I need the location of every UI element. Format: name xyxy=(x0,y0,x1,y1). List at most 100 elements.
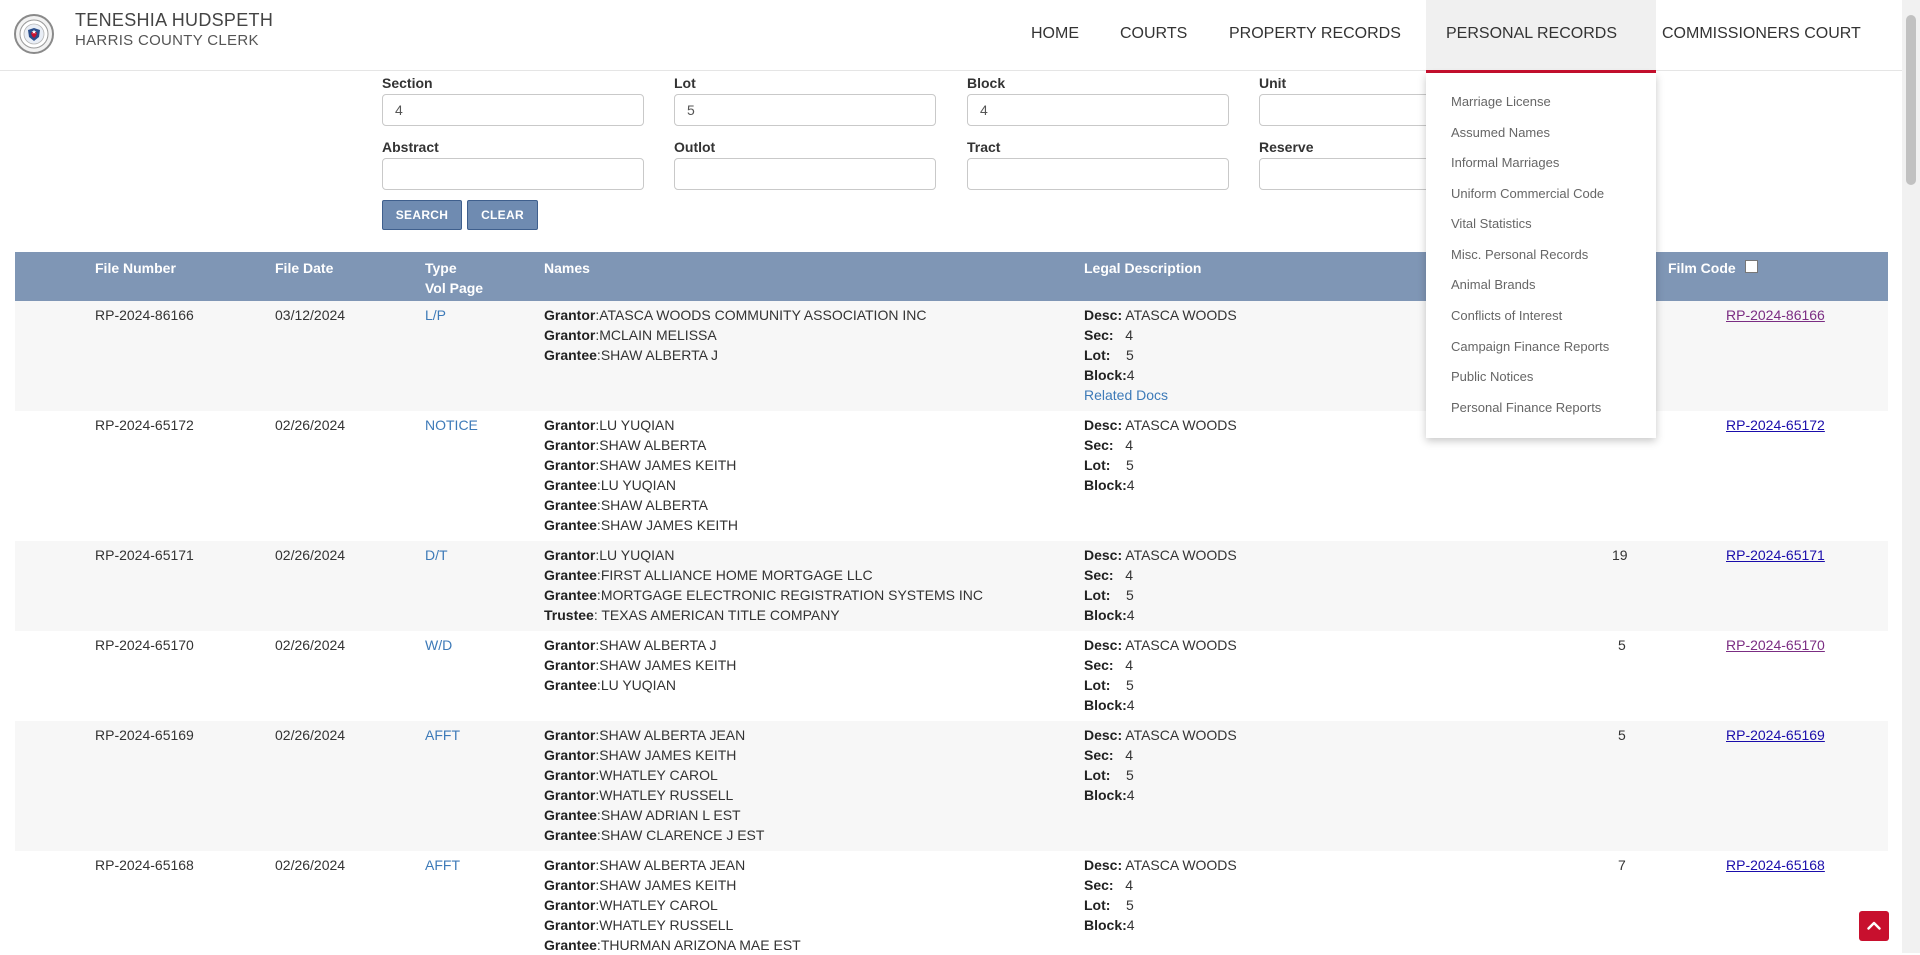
personal-records-dropdown: Marriage License Assumed Names Informal … xyxy=(1426,73,1656,438)
menu-item-uniform-commercial-code[interactable]: Uniform Commercial Code xyxy=(1451,186,1604,201)
page-count: 7 xyxy=(1618,857,1626,873)
legal-description-cell: Desc: ATASCA WOODS Sec: 4 Lot: 5 Block:4… xyxy=(1084,307,1237,405)
th-names: Names xyxy=(544,260,590,276)
file-date: 02/26/2024 xyxy=(275,637,346,653)
legal-description-cell: Desc: ATASCA WOODS Sec: 4 Lot: 5 Block:4 xyxy=(1084,637,1237,713)
nav-property-records[interactable]: PROPERTY RECORDS xyxy=(1229,25,1401,43)
county-seal-icon[interactable] xyxy=(14,14,54,54)
nav-personal-records[interactable]: PERSONAL RECORDS xyxy=(1446,25,1617,43)
film-code-link[interactable]: RP-2024-65172 xyxy=(1726,415,1825,435)
search-button[interactable]: SEARCH xyxy=(382,200,462,230)
name-role: Grantor xyxy=(544,307,596,323)
nav-courts[interactable]: COURTS xyxy=(1120,25,1187,43)
clerk-office[interactable]: HARRIS COUNTY CLERK xyxy=(75,32,259,49)
table-row: RP-2024-65170 02/26/2024 W/D Grantor:SHA… xyxy=(15,631,1888,721)
menu-item-conflicts-of-interest[interactable]: Conflicts of Interest xyxy=(1451,308,1562,323)
party-name: SHAW ALBERTA J xyxy=(600,347,719,363)
th-type: Type xyxy=(425,260,457,276)
related-docs-link[interactable]: Related Docs xyxy=(1084,385,1237,405)
back-to-top-button[interactable] xyxy=(1859,911,1889,941)
block-input[interactable] xyxy=(967,94,1229,126)
names-cell: Grantor:SHAW ALBERTA JEAN Grantor:SHAW J… xyxy=(544,727,765,843)
site-header: TENESHIA HUDSPETH HARRIS COUNTY CLERK HO… xyxy=(0,0,1902,71)
file-number: RP-2024-65172 xyxy=(95,417,194,433)
names-cell: Grantor:LU YUQIAN Grantor:SHAW ALBERTA G… xyxy=(544,417,738,533)
type-link[interactable]: W/D xyxy=(425,635,452,655)
file-date: 03/12/2024 xyxy=(275,307,346,323)
select-all-checkbox[interactable] xyxy=(1744,260,1758,273)
file-date: 02/26/2024 xyxy=(275,727,346,743)
party-name: ATASCA WOODS COMMUNITY ASSOCIATION INC xyxy=(599,307,927,323)
file-number: RP-2024-65170 xyxy=(95,637,194,653)
section-label: Section xyxy=(382,75,433,91)
menu-item-public-notices[interactable]: Public Notices xyxy=(1451,369,1533,384)
film-code-link[interactable]: RP-2024-65171 xyxy=(1726,545,1825,565)
name-entry: Grantor:MCLAIN MELISSA xyxy=(544,327,717,343)
legal-sec: 4 xyxy=(1125,327,1134,343)
menu-item-animal-brands[interactable]: Animal Brands xyxy=(1451,277,1536,292)
type-link[interactable]: NOTICE xyxy=(425,415,478,435)
clerk-name[interactable]: TENESHIA HUDSPETH xyxy=(75,10,273,31)
name-entry: Grantor:ATASCA WOODS COMMUNITY ASSOCIATI… xyxy=(544,307,927,323)
nav-home[interactable]: HOME xyxy=(1031,25,1079,43)
th-film-code-label: Film Code xyxy=(1668,260,1736,276)
outlot-label: Outlot xyxy=(674,139,716,155)
section-input[interactable] xyxy=(382,94,644,126)
unit-label: Unit xyxy=(1259,75,1287,91)
names-cell: Grantor:LU YUQIAN Grantee:FIRST ALLIANCE… xyxy=(544,547,984,623)
th-legal-description: Legal Description xyxy=(1084,260,1202,276)
page-count: 5 xyxy=(1618,727,1626,743)
menu-item-misc-personal-records[interactable]: Misc. Personal Records xyxy=(1451,247,1588,262)
tract-input[interactable] xyxy=(967,158,1229,190)
type-link[interactable]: AFFT xyxy=(425,855,460,875)
th-file-number: File Number xyxy=(95,260,176,276)
file-number: RP-2024-86166 xyxy=(95,307,194,323)
names-cell: Grantor:SHAW ALBERTA J Grantor:SHAW JAME… xyxy=(544,637,737,693)
file-number: RP-2024-65169 xyxy=(95,727,194,743)
legal-desc: ATASCA WOODS xyxy=(1125,307,1237,323)
th-file-date: File Date xyxy=(275,260,334,276)
chevron-up-icon xyxy=(1867,917,1881,935)
menu-item-personal-finance-reports[interactable]: Personal Finance Reports xyxy=(1451,400,1601,415)
names-cell: Grantor:ATASCA WOODS COMMUNITY ASSOCIATI… xyxy=(544,305,926,365)
legal-lot: 5 xyxy=(1126,347,1134,363)
name-entry: Grantee:SHAW ALBERTA J xyxy=(544,347,719,363)
legal-block: 4 xyxy=(1126,367,1135,383)
clear-button[interactable]: CLEAR xyxy=(467,200,538,230)
file-date: 02/26/2024 xyxy=(275,547,346,563)
tract-label: Tract xyxy=(967,139,1001,155)
film-code-link[interactable]: RP-2024-65170 xyxy=(1726,635,1825,655)
name-role: Grantor xyxy=(544,327,596,343)
nav-commissioners-court[interactable]: COMMISSIONERS COURT xyxy=(1662,25,1861,43)
names-cell: Grantor:SHAW ALBERTA JEAN Grantor:SHAW J… xyxy=(544,857,801,953)
table-row: RP-2024-65171 02/26/2024 D/T Grantor:LU … xyxy=(15,541,1888,631)
party-name: MCLAIN MELISSA xyxy=(599,327,717,343)
scrollbar-thumb[interactable] xyxy=(1906,15,1916,185)
file-number: RP-2024-65168 xyxy=(95,857,194,873)
type-link[interactable]: L/P xyxy=(425,305,446,325)
legal-description-cell: Desc: ATASCA WOODS Sec: 4 Lot: 5 Block:4 xyxy=(1084,857,1237,933)
menu-item-assumed-names[interactable]: Assumed Names xyxy=(1451,125,1550,140)
table-row: RP-2024-65168 02/26/2024 AFFT Grantor:SH… xyxy=(15,851,1888,953)
type-link[interactable]: D/T xyxy=(425,545,448,565)
lot-input[interactable] xyxy=(674,94,936,126)
legal-description-cell: Desc: ATASCA WOODS Sec: 4 Lot: 5 Block:4 xyxy=(1084,547,1237,623)
menu-item-campaign-finance-reports[interactable]: Campaign Finance Reports xyxy=(1451,339,1609,354)
reserve-label: Reserve xyxy=(1259,139,1314,155)
outlot-input[interactable] xyxy=(674,158,936,190)
file-date: 02/26/2024 xyxy=(275,417,346,433)
file-date: 02/26/2024 xyxy=(275,857,346,873)
film-code-link[interactable]: RP-2024-65168 xyxy=(1726,855,1825,875)
film-code-link[interactable]: RP-2024-65169 xyxy=(1726,725,1825,745)
menu-item-marriage-license[interactable]: Marriage License xyxy=(1451,94,1551,109)
block-label: Block xyxy=(967,75,1006,91)
abstract-input[interactable] xyxy=(382,158,644,190)
menu-item-vital-statistics[interactable]: Vital Statistics xyxy=(1451,216,1532,231)
page-count: 19 xyxy=(1612,547,1628,563)
menu-item-informal-marriages[interactable]: Informal Marriages xyxy=(1451,155,1559,170)
type-link[interactable]: AFFT xyxy=(425,725,460,745)
legal-description-cell: Desc: ATASCA WOODS Sec: 4 Lot: 5 Block:4 xyxy=(1084,417,1237,493)
film-code-link[interactable]: RP-2024-86166 xyxy=(1726,305,1825,325)
legal-description-cell: Desc: ATASCA WOODS Sec: 4 Lot: 5 Block:4 xyxy=(1084,727,1237,803)
lot-label: Lot xyxy=(674,75,696,91)
